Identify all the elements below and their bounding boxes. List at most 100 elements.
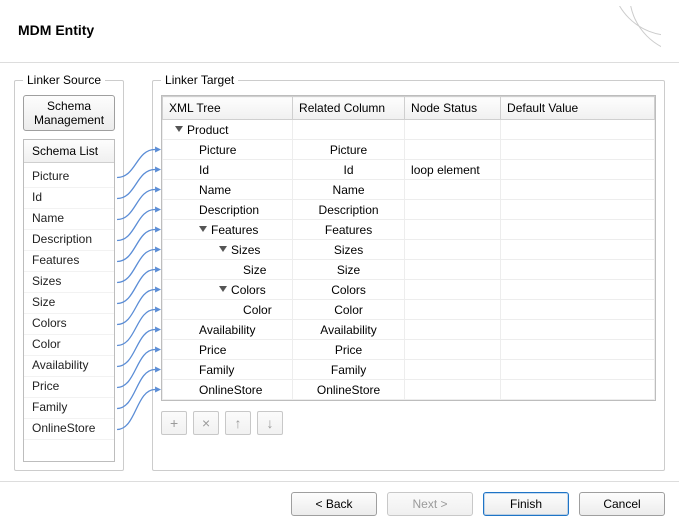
default-value-cell[interactable] [501,280,655,300]
xml-node-name: Color [243,303,272,317]
col-header-xml-tree[interactable]: XML Tree [163,97,293,120]
related-column-cell[interactable]: Size [293,260,405,280]
default-value-cell[interactable] [501,340,655,360]
cancel-button[interactable]: Cancel [579,492,665,516]
schema-list[interactable]: PictureIdNameDescriptionFeaturesSizesSiz… [24,163,114,461]
related-column-cell[interactable]: Sizes [293,240,405,260]
xml-tree-row[interactable]: Features Features [163,220,655,240]
default-value-cell[interactable] [501,200,655,220]
xml-tree-table-wrap: XML Tree Related Column Node Status Defa… [161,95,656,401]
node-status-cell[interactable] [405,340,501,360]
default-value-cell[interactable] [501,180,655,200]
default-value-cell[interactable] [501,240,655,260]
tree-toggle-icon[interactable] [175,126,183,132]
node-status-cell[interactable] [405,380,501,400]
related-column-cell[interactable]: Id [293,160,405,180]
schema-item[interactable]: Name [24,209,114,230]
move-up-button[interactable]: ↑ [225,411,251,435]
related-column-cell[interactable]: Price [293,340,405,360]
default-value-cell[interactable] [501,260,655,280]
dialog-footer: < Back Next > Finish Cancel [0,481,679,526]
add-row-button[interactable]: + [161,411,187,435]
delete-row-button[interactable]: × [193,411,219,435]
xml-node-name: Availability [199,323,255,337]
node-status-cell[interactable] [405,220,501,240]
default-value-cell[interactable] [501,120,655,140]
related-column-cell[interactable]: Features [293,220,405,240]
xml-tree-row[interactable]: IdIdloop element [163,160,655,180]
schema-item[interactable]: Features [24,251,114,272]
arrow-up-icon: ↑ [235,415,242,431]
move-down-button[interactable]: ↓ [257,411,283,435]
default-value-cell[interactable] [501,360,655,380]
node-status-cell[interactable] [405,320,501,340]
node-status-cell[interactable] [405,240,501,260]
xml-tree-row[interactable]: OnlineStore OnlineStore [163,380,655,400]
xml-node-name: Sizes [231,243,260,257]
default-value-cell[interactable] [501,220,655,240]
node-status-cell[interactable] [405,200,501,220]
related-column-cell[interactable]: Name [293,180,405,200]
schema-item[interactable]: Size [24,293,114,314]
related-column-cell[interactable]: Availability [293,320,405,340]
default-value-cell[interactable] [501,320,655,340]
related-column-cell[interactable] [293,120,405,140]
related-column-cell[interactable]: Description [293,200,405,220]
default-value-cell[interactable] [501,160,655,180]
schema-item[interactable]: OnlineStore [24,419,114,440]
node-status-cell[interactable] [405,360,501,380]
node-status-cell[interactable] [405,180,501,200]
mdm-entity-dialog: MDM Entity Linker Source Schema Manageme… [0,0,679,506]
col-header-node-status[interactable]: Node Status [405,97,501,120]
xml-node-name: Description [199,203,259,217]
xml-node-name: OnlineStore [199,383,262,397]
xml-tree-row[interactable]: Availability Availability [163,320,655,340]
node-status-cell[interactable]: loop element [405,160,501,180]
schema-management-button[interactable]: Schema Management [23,95,115,131]
node-status-cell[interactable] [405,260,501,280]
related-column-cell[interactable]: Family [293,360,405,380]
xml-tree-row[interactable]: SizeSize [163,260,655,280]
default-value-cell[interactable] [501,140,655,160]
col-header-default-value[interactable]: Default Value [501,97,655,120]
node-status-cell[interactable] [405,120,501,140]
finish-button[interactable]: Finish [483,492,569,516]
xml-tree-row[interactable]: PricePrice [163,340,655,360]
schema-item[interactable]: Family [24,398,114,419]
xml-tree-row[interactable]: ColorsColors [163,280,655,300]
schema-item[interactable]: Colors [24,314,114,335]
linker-source-legend: Linker Source [23,73,105,87]
tree-toggle-icon[interactable] [199,226,207,232]
related-column-cell[interactable]: Colors [293,280,405,300]
related-column-cell[interactable]: OnlineStore [293,380,405,400]
back-button[interactable]: < Back [291,492,377,516]
col-header-related-column[interactable]: Related Column [293,97,405,120]
related-column-cell[interactable]: Color [293,300,405,320]
xml-tree-row[interactable]: NameName [163,180,655,200]
xml-tree-row[interactable]: Description Description [163,200,655,220]
xml-tree-row[interactable]: PicturePicture [163,140,655,160]
xml-tree-row[interactable]: Color Color [163,300,655,320]
schema-item[interactable]: Price [24,377,114,398]
tree-toggle-icon[interactable] [219,286,227,292]
xml-tree-row[interactable]: Sizes Sizes [163,240,655,260]
xml-node-name: Id [199,163,209,177]
schema-item[interactable]: Picture [24,167,114,188]
default-value-cell[interactable] [501,300,655,320]
schema-item[interactable]: Id [24,188,114,209]
schema-item[interactable]: Sizes [24,272,114,293]
related-column-cell[interactable]: Picture [293,140,405,160]
schema-item[interactable]: Description [24,230,114,251]
node-status-cell[interactable] [405,140,501,160]
schema-item[interactable]: Availability [24,356,114,377]
xml-tree-table[interactable]: XML Tree Related Column Node Status Defa… [162,96,655,400]
xml-node-name: Product [187,123,228,137]
xml-tree-row[interactable]: Product [163,120,655,140]
xml-node-name: Features [211,223,258,237]
default-value-cell[interactable] [501,380,655,400]
node-status-cell[interactable] [405,300,501,320]
tree-toggle-icon[interactable] [219,246,227,252]
node-status-cell[interactable] [405,280,501,300]
xml-tree-row[interactable]: FamilyFamily [163,360,655,380]
schema-item[interactable]: Color [24,335,114,356]
